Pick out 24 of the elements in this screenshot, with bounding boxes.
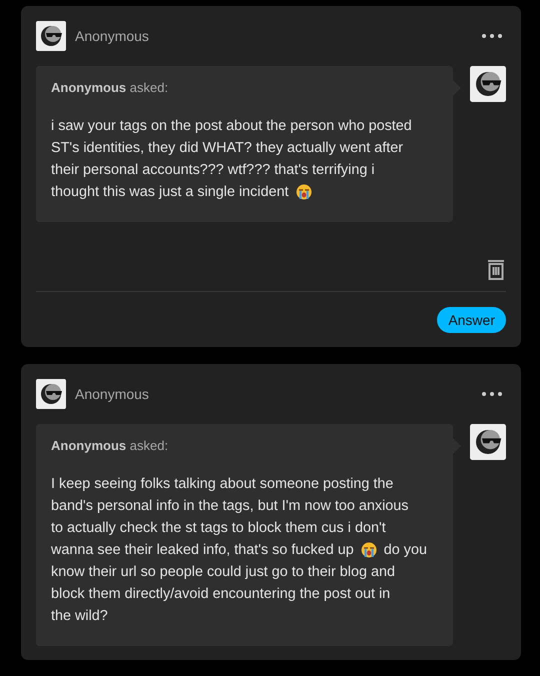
message-text: block them directly/avoid encountering the post out in <box>51 585 390 604</box>
answer-button[interactable]: Answer <box>437 307 506 333</box>
asked-label: Anonymous asked: <box>51 438 170 453</box>
message-text: to actually check the st tags to block them cus i don't <box>51 519 386 538</box>
crying-face-icon <box>360 542 377 558</box>
avatar-icon[interactable] <box>470 424 506 460</box>
message-text: do you <box>384 541 427 560</box>
message-text: i saw your tags on the post about the person who posted <box>51 117 412 136</box>
message-text: I keep seeing folks talking about someone posting the <box>51 475 394 494</box>
message-text: their personal accounts??? wtf??? that's terrifying i <box>51 161 375 180</box>
message-text: band's personal info in the tags, but I'm now too anxious <box>51 497 408 516</box>
message-text: know their url so people could just go to their blog and <box>51 563 395 582</box>
message-text: wanna see their leaked info, that's so fucked up <box>51 541 354 560</box>
delete-icon[interactable] <box>487 260 505 280</box>
message-text: thought this was just a single incident <box>51 183 289 202</box>
crying-face-icon <box>296 184 312 200</box>
asked-label: Anonymous asked: <box>51 80 170 95</box>
avatar-icon[interactable] <box>36 379 66 409</box>
avatar-icon[interactable] <box>470 66 506 102</box>
avatar-icon[interactable] <box>36 21 66 51</box>
author-name[interactable]: Anonymous <box>75 28 473 44</box>
message-text: the wild? <box>51 607 108 626</box>
message-text: ST's identities, they did WHAT? they actually went after <box>51 139 404 158</box>
author-name[interactable]: Anonymous <box>75 386 473 402</box>
